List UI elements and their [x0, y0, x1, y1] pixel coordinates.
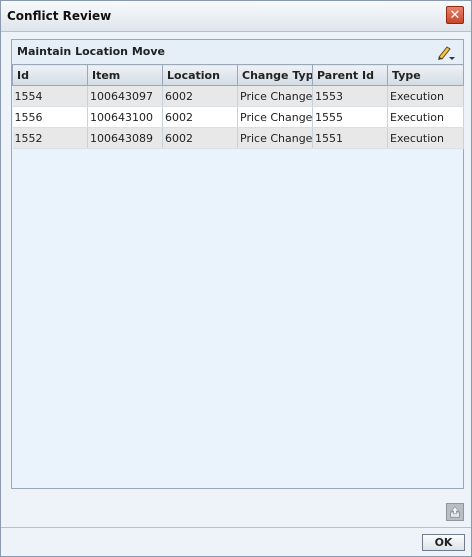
cell-type: Execution: [387, 85, 464, 107]
cell-change-type: Price Change: [237, 127, 313, 149]
cell-parent-id: 1555: [312, 106, 388, 128]
column-header-id[interactable]: Id: [12, 64, 88, 86]
dialog-title: Conflict Review: [7, 9, 112, 23]
conflict-review-dialog: Conflict Review ✕ Maintain Location Move…: [0, 0, 472, 557]
column-header-parent-id[interactable]: Parent Id: [312, 64, 388, 86]
footer-divider: [1, 527, 471, 528]
cell-location: 6002: [162, 106, 238, 128]
table-row[interactable]: 1556 100643100 6002 Price Change 1555 Ex…: [12, 106, 464, 128]
cell-id: 1554: [12, 85, 88, 107]
cell-change-type: Price Change: [237, 85, 313, 107]
cell-location: 6002: [162, 85, 238, 107]
close-icon[interactable]: ✕: [446, 6, 464, 24]
column-header-item[interactable]: Item: [87, 64, 163, 86]
cell-id: 1556: [12, 106, 88, 128]
pencil-menu-icon[interactable]: [436, 42, 456, 62]
table-row[interactable]: 1554 100643097 6002 Price Change 1553 Ex…: [12, 85, 464, 107]
cell-parent-id: 1551: [312, 127, 388, 149]
table-row[interactable]: 1552 100643089 6002 Price Change 1551 Ex…: [12, 127, 464, 149]
column-header-location[interactable]: Location: [162, 64, 238, 86]
cell-id: 1552: [12, 127, 88, 149]
panel-title: Maintain Location Move: [17, 45, 165, 58]
cell-item: 100643097: [87, 85, 163, 107]
cell-change-type: Price Change: [237, 106, 313, 128]
ok-button[interactable]: OK: [422, 534, 465, 551]
column-header-change-type[interactable]: Change Type: [237, 64, 313, 86]
panel-header: Maintain Location Move: [12, 40, 463, 64]
cell-type: Execution: [387, 106, 464, 128]
table-header-row: Id Item Location Change Type Parent Id T…: [12, 64, 464, 86]
cell-type: Execution: [387, 127, 464, 149]
maintain-location-move-panel: Maintain Location Move Id Item Location …: [11, 39, 464, 489]
cell-location: 6002: [162, 127, 238, 149]
cell-item: 100643100: [87, 106, 163, 128]
cell-item: 100643089: [87, 127, 163, 149]
export-icon[interactable]: [446, 503, 464, 521]
cell-parent-id: 1553: [312, 85, 388, 107]
dialog-titlebar: Conflict Review ✕: [1, 1, 471, 32]
column-header-type[interactable]: Type: [387, 64, 464, 86]
conflict-table: Id Item Location Change Type Parent Id T…: [12, 64, 464, 149]
